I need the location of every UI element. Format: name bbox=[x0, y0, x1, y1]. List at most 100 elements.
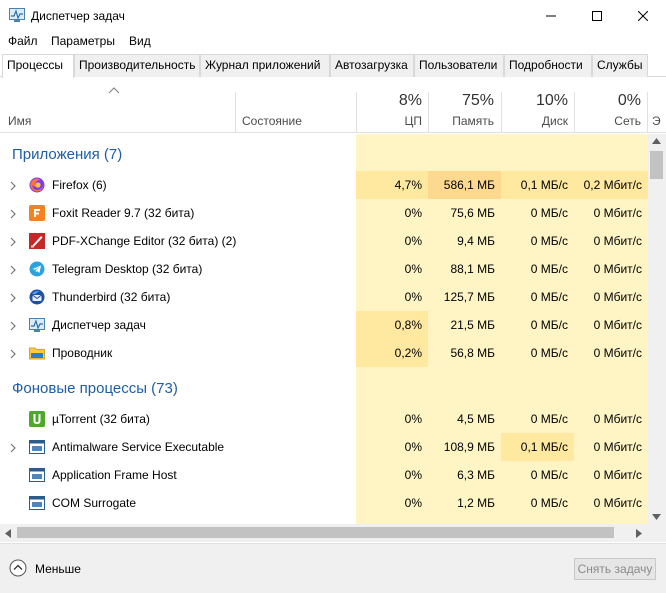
tab-strip: Процессы Производительность Журнал прило… bbox=[0, 54, 666, 78]
expand-chevron-icon[interactable] bbox=[9, 348, 17, 359]
column-network-header[interactable]: Сеть bbox=[574, 114, 641, 128]
expand-chevron-icon[interactable] bbox=[9, 208, 17, 219]
process-name: Foxit Reader 9.7 (32 бита) bbox=[52, 206, 195, 220]
process-row[interactable]: 0% 1,2 МБ 0 МБ/с 0 Мбит/с COM Surrogate bbox=[0, 489, 648, 517]
process-name: µTorrent (32 бита) bbox=[52, 412, 150, 426]
expand-chevron-icon[interactable] bbox=[9, 180, 17, 191]
scrollbar-corner bbox=[648, 524, 666, 542]
menu-options[interactable]: Параметры bbox=[51, 34, 115, 48]
process-row[interactable]: 0% 108,9 МБ 0,1 МБ/с 0 Мбит/с Antimalware Se… bbox=[0, 433, 648, 461]
expand-chevron-icon[interactable] bbox=[9, 320, 17, 331]
tab-services[interactable]: Службы bbox=[592, 54, 648, 77]
maximize-button[interactable] bbox=[574, 0, 620, 32]
column-memory-header[interactable]: Память bbox=[428, 114, 494, 128]
end-task-button[interactable]: Снять задачу bbox=[574, 558, 656, 580]
column-overflow-header[interactable]: Э bbox=[652, 114, 662, 128]
expand-chevron-icon[interactable] bbox=[9, 264, 17, 275]
pdf-xchange-icon bbox=[29, 233, 45, 249]
process-name: Telegram Desktop (32 бита) bbox=[52, 262, 203, 276]
column-divider bbox=[647, 92, 648, 133]
process-row[interactable]: 4,7% 586,1 МБ 0,1 МБ/с 0,2 Мбит/с Firefox (6… bbox=[0, 171, 648, 199]
process-row[interactable]: 0% 9,4 МБ 0 МБ/с 0 Мбит/с PDF-XChange Editor… bbox=[0, 227, 648, 255]
horizontal-scroll-thumb[interactable] bbox=[17, 527, 614, 538]
disk-cell: 0 МБ/с bbox=[501, 489, 574, 517]
process-name: Проводник bbox=[52, 346, 113, 360]
memory-cell: 75,6 МБ bbox=[428, 199, 501, 227]
expand-chevron-icon[interactable] bbox=[9, 442, 17, 453]
vertical-scroll-thumb[interactable] bbox=[650, 151, 663, 179]
task-manager-icon bbox=[9, 8, 25, 22]
minimize-button[interactable] bbox=[528, 0, 574, 32]
fewer-details-link[interactable]: Меньше bbox=[35, 562, 81, 576]
memory-cell: 1,2 МБ bbox=[428, 489, 501, 517]
process-row[interactable]: 0,8% 21,5 МБ 0 МБ/с 0 Мбит/с Диспетчер задач bbox=[0, 311, 648, 339]
menu-file[interactable]: Файл bbox=[8, 34, 38, 48]
network-cell: 0 Мбит/с bbox=[574, 311, 648, 339]
process-row[interactable]: 0% 75,6 МБ 0 МБ/с 0 Мбит/с Foxit Reader 9.7 … bbox=[0, 199, 648, 227]
telegram-icon bbox=[29, 261, 45, 277]
network-cell: 0 Мбит/с bbox=[574, 433, 648, 461]
group-background-title: Фоновые процессы (73) bbox=[12, 380, 178, 397]
cpu-total-percent: 8% bbox=[398, 92, 422, 109]
scroll-right-icon[interactable] bbox=[636, 529, 642, 538]
close-button[interactable] bbox=[620, 0, 666, 32]
explorer-icon bbox=[29, 345, 45, 361]
process-name: Application Frame Host bbox=[52, 468, 177, 482]
memory-cell: 9,4 МБ bbox=[428, 227, 501, 255]
network-cell: 0 Мбит/с bbox=[574, 461, 648, 489]
process-row[interactable]: 0% 4,5 МБ 0 МБ/с 0 Мбит/с µTorrent (32 бита) bbox=[0, 405, 648, 433]
process-name: PDF-XChange Editor (32 бита) (2) bbox=[52, 234, 237, 248]
scroll-up-icon[interactable] bbox=[652, 138, 661, 144]
disk-total-percent: 10% bbox=[535, 92, 568, 109]
tab-processes[interactable]: Процессы bbox=[2, 54, 74, 78]
collapse-details-icon[interactable] bbox=[9, 559, 27, 577]
network-cell: 0 Мбит/с bbox=[574, 405, 648, 433]
memory-cell: 586,1 МБ bbox=[428, 171, 501, 199]
process-name: COM Surrogate bbox=[52, 496, 137, 510]
process-name: Thunderbird (32 бита) bbox=[52, 290, 171, 304]
network-cell: 0 Мбит/с bbox=[574, 339, 648, 367]
tab-app-history[interactable]: Журнал приложений bbox=[200, 54, 330, 77]
cpu-cell: 0% bbox=[356, 227, 428, 255]
group-apps-title: Приложения (7) bbox=[12, 146, 123, 163]
cpu-cell: 4,7% bbox=[356, 171, 428, 199]
foxit-icon bbox=[29, 205, 45, 221]
disk-cell: 0 МБ/с bbox=[501, 461, 574, 489]
cpu-cell: 0% bbox=[356, 461, 428, 489]
tab-performance[interactable]: Производительность bbox=[74, 54, 200, 77]
horizontal-scrollbar[interactable] bbox=[0, 524, 648, 542]
column-disk-header[interactable]: Диск bbox=[501, 114, 568, 128]
cpu-cell: 0% bbox=[356, 489, 428, 517]
menu-view[interactable]: Вид bbox=[129, 34, 151, 48]
scroll-down-icon[interactable] bbox=[652, 514, 661, 520]
tab-users[interactable]: Пользователи bbox=[414, 54, 504, 77]
process-row[interactable]: 0% 6,3 МБ 0 МБ/с 0 Мбит/с Application Frame … bbox=[0, 461, 648, 489]
column-header: Имя Состояние 8% ЦП 75% Память 10% Диск … bbox=[0, 78, 666, 133]
process-row[interactable]: 0,2% 56,8 МБ 0 МБ/с 0 Мбит/с Проводник bbox=[0, 339, 648, 367]
column-name-header[interactable]: Имя bbox=[8, 114, 31, 128]
memory-total-percent: 75% bbox=[461, 92, 494, 109]
process-list[interactable]: Приложения (7) 4,7% 586,1 МБ 0,1 МБ/с 0,2 М… bbox=[0, 134, 648, 524]
firefox-icon bbox=[29, 177, 45, 193]
column-status-header[interactable]: Состояние bbox=[242, 114, 302, 128]
network-total-percent: 0% bbox=[617, 92, 641, 109]
expand-chevron-icon[interactable] bbox=[9, 292, 17, 303]
column-cpu-header[interactable]: ЦП bbox=[356, 114, 422, 128]
cpu-cell: 0% bbox=[356, 433, 428, 461]
process-row[interactable]: 0% 88,1 МБ 0 МБ/с 0 Мбит/с Telegram Desktop … bbox=[0, 255, 648, 283]
title-bar: Диспетчер задач bbox=[0, 0, 666, 32]
process-row[interactable]: 0% 125,7 МБ 0 МБ/с 0 Мбит/с Thunderbird (32 … bbox=[0, 283, 648, 311]
memory-cell: 108,9 МБ bbox=[428, 433, 501, 461]
tab-startup[interactable]: Автозагрузка bbox=[330, 54, 414, 77]
maximize-icon bbox=[592, 11, 602, 21]
vertical-scrollbar[interactable] bbox=[648, 134, 666, 524]
expand-chevron-icon[interactable] bbox=[9, 236, 17, 247]
task-manager-icon bbox=[29, 317, 45, 333]
disk-cell: 0 МБ/с bbox=[501, 199, 574, 227]
memory-cell: 21,5 МБ bbox=[428, 311, 501, 339]
network-cell: 0,2 Мбит/с bbox=[574, 171, 648, 199]
tab-details[interactable]: Подробности bbox=[504, 54, 592, 77]
scroll-left-icon[interactable] bbox=[5, 529, 11, 538]
disk-cell: 0 МБ/с bbox=[501, 255, 574, 283]
window-title: Диспетчер задач bbox=[31, 9, 125, 23]
